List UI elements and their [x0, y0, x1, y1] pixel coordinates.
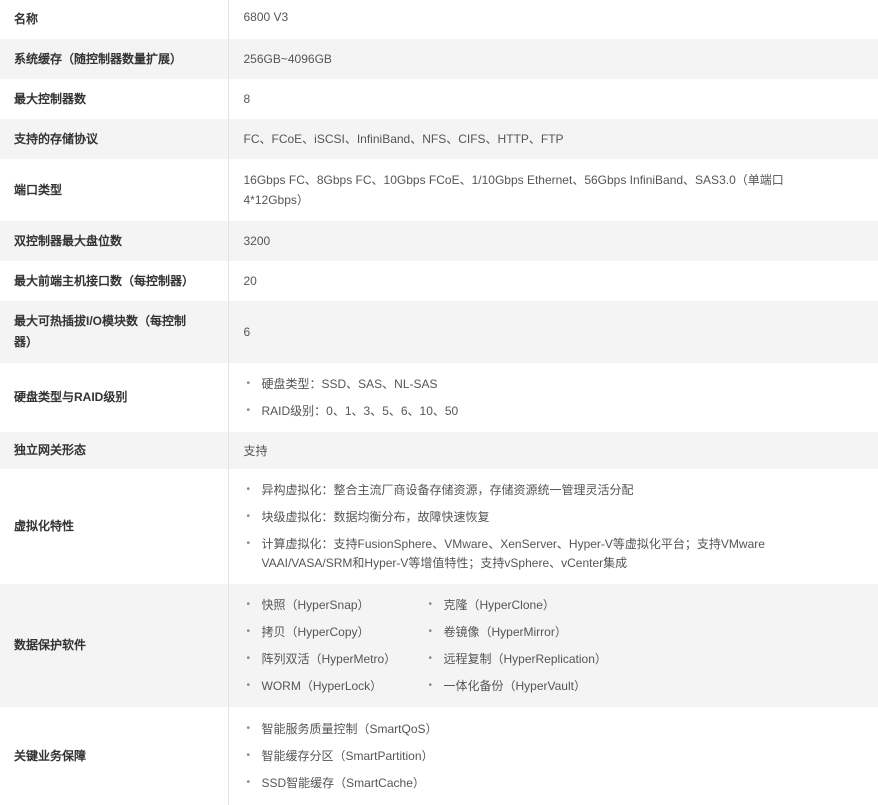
list-item: 快照（HyperSnap） — [244, 595, 444, 615]
row-label: 虚拟化特性 — [0, 469, 229, 584]
row-label: 独立网关形态 — [0, 432, 229, 469]
row-value: FC、FCoE、iSCSI、InfiniBand、NFS、CIFS、HTTP、F… — [228, 119, 878, 159]
row-value: 20 — [228, 261, 878, 301]
bullet-list-left: 快照（HyperSnap） 拷贝（HyperCopy） 阵列双活（HyperMe… — [244, 592, 444, 700]
spec-row-gateway: 独立网关形态 支持 — [0, 432, 878, 469]
spec-row-data-protection: 数据保护软件 快照（HyperSnap） 拷贝（HyperCopy） 阵列双活（… — [0, 584, 878, 707]
two-column-list: 快照（HyperSnap） 拷贝（HyperCopy） 阵列双活（HyperMe… — [244, 592, 864, 700]
spec-row-front-end-ports: 最大前端主机接口数（每控制器） 20 — [0, 261, 878, 301]
spec-row-cache: 系统缓存（随控制器数量扩展） 256GB~4096GB — [0, 39, 878, 79]
row-label: 系统缓存（随控制器数量扩展） — [0, 39, 229, 79]
bullet-list: 异构虚拟化：整合主流厂商设备存储资源，存储资源统一管理灵活分配 块级虚拟化：数据… — [244, 480, 809, 573]
list-item: 异构虚拟化：整合主流厂商设备存储资源，存储资源统一管理灵活分配 — [244, 480, 809, 500]
spec-row-name: 名称 6800 V3 — [0, 0, 878, 39]
row-value: 8 — [228, 79, 878, 119]
list-item: 一体化备份（HyperVault） — [429, 676, 864, 696]
list-item: SSD智能缓存（SmartCache） — [244, 773, 864, 793]
list-item: RAID级别：0、1、3、5、6、10、50 — [244, 401, 864, 421]
row-label: 硬盘类型与RAID级别 — [0, 363, 229, 432]
list-item: 卷镜像（HyperMirror） — [429, 622, 864, 642]
spec-row-protocols: 支持的存储协议 FC、FCoE、iSCSI、InfiniBand、NFS、CIF… — [0, 119, 878, 159]
list-item: 硬盘类型：SSD、SAS、NL-SAS — [244, 374, 864, 394]
list-item: WORM（HyperLock） — [244, 676, 444, 696]
row-label: 最大可热插拔I/O模块数（每控制器） — [0, 301, 229, 363]
spec-row-max-disks: 双控制器最大盘位数 3200 — [0, 221, 878, 261]
row-label: 最大前端主机接口数（每控制器） — [0, 261, 229, 301]
bullet-list-right: 克隆（HyperClone） 卷镜像（HyperMirror） 远程复制（Hyp… — [429, 592, 864, 700]
list-item: 智能缓存分区（SmartPartition） — [244, 746, 864, 766]
list-item: 阵列双活（HyperMetro） — [244, 649, 444, 669]
bullet-list: 智能服务质量控制（SmartQoS） 智能缓存分区（SmartPartition… — [244, 719, 864, 793]
spec-row-virtualization: 虚拟化特性 异构虚拟化：整合主流厂商设备存储资源，存储资源统一管理灵活分配 块级… — [0, 469, 878, 584]
list-item: 远程复制（HyperReplication） — [429, 649, 864, 669]
row-value: 6800 V3 — [228, 0, 878, 39]
row-label: 双控制器最大盘位数 — [0, 221, 229, 261]
spec-row-io-modules: 最大可热插拔I/O模块数（每控制器） 6 — [0, 301, 878, 363]
row-value: 256GB~4096GB — [228, 39, 878, 79]
row-value: 快照（HyperSnap） 拷贝（HyperCopy） 阵列双活（HyperMe… — [228, 584, 878, 707]
spec-row-business-assurance: 关键业务保障 智能服务质量控制（SmartQoS） 智能缓存分区（SmartPa… — [0, 707, 878, 805]
row-label: 名称 — [0, 0, 229, 39]
list-item: 块级虚拟化：数据均衡分布，故障快速恢复 — [244, 507, 809, 527]
row-value: 硬盘类型：SSD、SAS、NL-SAS RAID级别：0、1、3、5、6、10、… — [228, 363, 878, 432]
spec-table: 名称 6800 V3 系统缓存（随控制器数量扩展） 256GB~4096GB 最… — [0, 0, 878, 805]
list-item: 拷贝（HyperCopy） — [244, 622, 444, 642]
row-label: 关键业务保障 — [0, 707, 229, 805]
row-value: 支持 — [228, 432, 878, 469]
row-label: 端口类型 — [0, 159, 229, 221]
row-label: 数据保护软件 — [0, 584, 229, 707]
list-item: 克隆（HyperClone） — [429, 595, 864, 615]
row-label: 支持的存储协议 — [0, 119, 229, 159]
spec-row-max-controllers: 最大控制器数 8 — [0, 79, 878, 119]
row-label: 最大控制器数 — [0, 79, 229, 119]
row-value: 智能服务质量控制（SmartQoS） 智能缓存分区（SmartPartition… — [228, 707, 878, 805]
bullet-list: 硬盘类型：SSD、SAS、NL-SAS RAID级别：0、1、3、5、6、10、… — [244, 374, 864, 421]
row-value: 异构虚拟化：整合主流厂商设备存储资源，存储资源统一管理灵活分配 块级虚拟化：数据… — [228, 469, 878, 584]
row-value: 3200 — [228, 221, 878, 261]
spec-row-port-types: 端口类型 16Gbps FC、8Gbps FC、10Gbps FCoE、1/10… — [0, 159, 878, 221]
list-item: 智能服务质量控制（SmartQoS） — [244, 719, 864, 739]
spec-row-disk-raid: 硬盘类型与RAID级别 硬盘类型：SSD、SAS、NL-SAS RAID级别：0… — [0, 363, 878, 432]
row-value: 6 — [228, 301, 878, 363]
row-value: 16Gbps FC、8Gbps FC、10Gbps FCoE、1/10Gbps … — [228, 159, 878, 221]
list-item: 计算虚拟化：支持FusionSphere、VMware、XenServer、Hy… — [244, 534, 809, 573]
